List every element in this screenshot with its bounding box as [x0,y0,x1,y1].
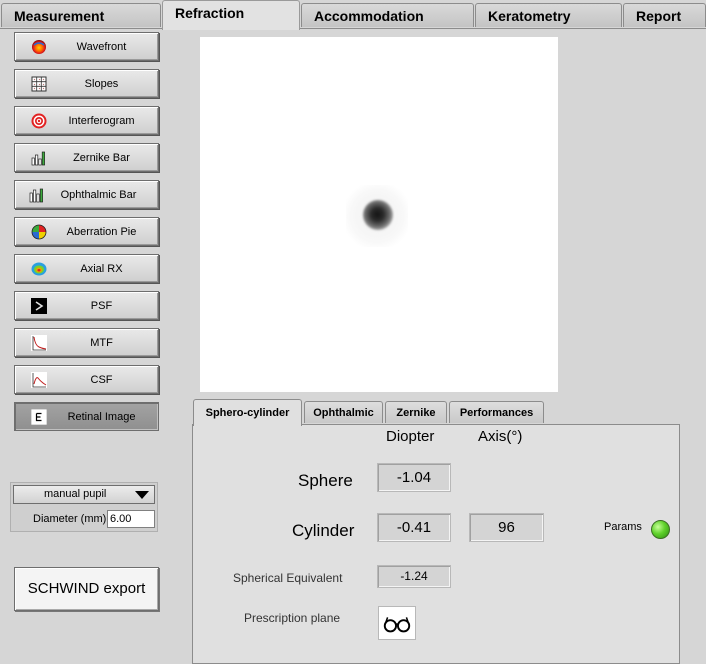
diameter-label: Diameter (mm) [33,513,107,525]
axis-header: Axis(°) [478,428,523,445]
tab-performances[interactable]: Performances [449,401,544,423]
ophthalmic-bar-label: Ophthalmic Bar [60,189,137,201]
axial-rx-icon [31,262,47,276]
spectacles-icon [383,617,411,633]
aberration-pie-button[interactable]: Aberration Pie [14,217,159,246]
tab-label: Ophthalmic [313,407,374,419]
sphero-cylinder-panel [192,424,680,664]
ophthalmic-bar-icon [29,188,43,203]
retinal-image-label: Retinal Image [67,411,136,423]
tab-report[interactable]: Report [623,3,706,27]
tab-label: Refraction [175,5,245,21]
ophthalmic-bar-button[interactable]: Ophthalmic Bar [14,180,159,209]
tab-refraction[interactable]: Refraction [162,0,300,30]
tab-sphero-cylinder[interactable]: Sphero-cylinder [193,399,302,426]
top-tab-bar: Measurement Refraction Accommodation Ker… [0,0,706,30]
sphere-value: -1.04 [377,463,451,492]
cylinder-label: Cylinder [292,521,355,540]
tab-divider [0,28,706,29]
zernike-bar-icon [31,151,45,166]
chevron-down-icon [135,491,149,499]
spherical-equivalent-label: Spherical Equivalent [233,571,343,585]
pupil-mode-value: manual pupil [44,488,107,500]
mtf-label: MTF [90,337,113,349]
pupil-controls: manual pupil Diameter (mm) 6.00 [10,482,158,532]
tab-label: Accommodation [314,8,424,24]
params-label: Params [604,521,642,533]
slopes-button[interactable]: Slopes [14,69,159,98]
sphere-label: Sphere [298,471,353,490]
mtf-icon [31,335,47,351]
spherical-equivalent-value: -1.24 [377,565,451,588]
wavefront-button[interactable]: Wavefront [14,32,159,61]
axis-value: 96 [469,513,544,542]
diameter-input[interactable]: 6.00 [107,510,155,528]
axial-rx-button[interactable]: Axial RX [14,254,159,283]
tab-label: Report [636,8,682,24]
schwind-export-button[interactable]: SCHWIND export [14,567,159,611]
tab-measurement[interactable]: Measurement [1,3,161,27]
csf-label: CSF [90,374,113,386]
axial-rx-label: Axial RX [80,263,123,275]
interferogram-icon [31,113,47,129]
tab-label: Zernike [396,407,436,419]
interferogram-button[interactable]: Interferogram [14,106,159,135]
zernike-bar-label: Zernike Bar [73,152,130,164]
tab-label: Keratometry [488,8,571,24]
params-status-indicator [651,520,670,539]
wavefront-icon [32,40,46,54]
retinal-image-button[interactable]: Retinal Image [14,402,159,431]
psf-label: PSF [90,300,113,312]
zernike-bar-button[interactable]: Zernike Bar [14,143,159,172]
mtf-button[interactable]: MTF [14,328,159,357]
interferogram-label: Interferogram [68,115,135,127]
prescription-plane-button[interactable] [378,606,416,640]
tab-label: Performances [459,407,534,419]
tab-accommodation[interactable]: Accommodation [301,3,474,27]
cylinder-value: -0.41 [377,513,451,542]
pupil-mode-dropdown[interactable]: manual pupil [13,485,155,504]
tab-keratometry[interactable]: Keratometry [475,3,622,27]
retinal-image-spot [363,200,393,230]
aberration-pie-label: Aberration Pie [66,226,137,238]
csf-button[interactable]: CSF [14,365,159,394]
retinal-image-display [200,37,558,392]
wavefront-label: Wavefront [76,41,127,53]
tab-label: Sphero-cylinder [205,407,290,419]
tab-label: Measurement [14,8,105,24]
diopter-header: Diopter [386,428,435,445]
tab-ophthalmic[interactable]: Ophthalmic [304,401,383,423]
psf-icon [31,298,47,314]
prescription-plane-label: Prescription plane [244,611,341,625]
aberration-pie-icon [31,224,47,240]
psf-button[interactable]: PSF [14,291,159,320]
slopes-label: Slopes [84,78,119,90]
csf-icon [31,372,47,388]
tab-zernike[interactable]: Zernike [385,401,447,423]
retinal-image-icon [31,409,47,425]
slopes-grid-icon [31,76,47,92]
